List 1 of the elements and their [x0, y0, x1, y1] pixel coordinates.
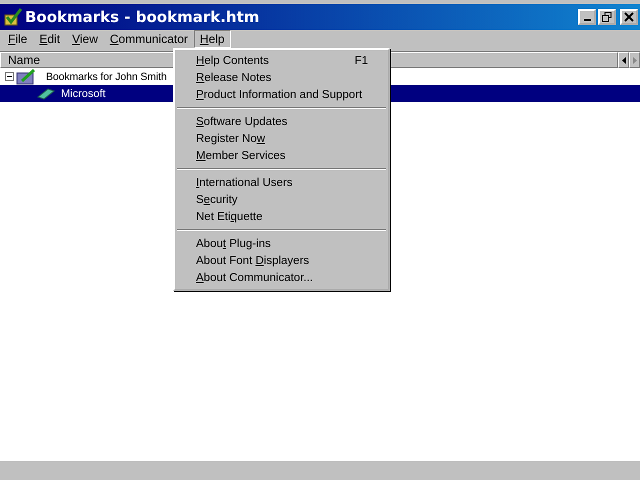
window-title: Bookmarks - bookmark.htm: [25, 8, 260, 26]
